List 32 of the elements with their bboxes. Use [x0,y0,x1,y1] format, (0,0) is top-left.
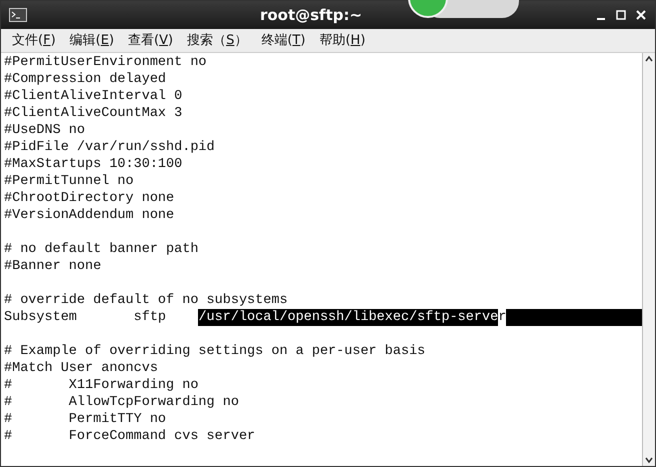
terminal-line: #PermitTunnel no [4,173,134,190]
terminal-line: # AllowTcpForwarding no [4,394,239,411]
close-icon[interactable] [635,9,647,21]
terminal-line: # override default of no subsystems [4,292,288,309]
terminal-line: #Match User anoncvs [4,360,158,377]
terminal-icon [9,8,27,22]
terminal-line: #MaxStartups 10:30:100 [4,156,182,173]
terminal-line: #VersionAddendum none [4,207,174,224]
terminal-line: # no default banner path [4,241,198,258]
menu-item[interactable]: 搜索（S） [180,30,254,50]
menu-item[interactable]: 帮助(H) [312,30,372,50]
menu-item[interactable]: 编辑(E) [62,30,122,50]
terminal-line: # Example of overriding settings on a per-user basis [4,343,426,360]
terminal-line: #ChrootDirectory none [4,190,174,207]
terminal-line: #ClientAliveCountMax 3 [4,105,182,122]
terminal-line: #PermitUserEnvironment no [4,54,207,71]
terminal-line: #Banner none [4,258,102,275]
menu-item[interactable]: 查看(V) [121,30,180,50]
terminal-line: Subsystem sftp [4,309,168,326]
terminal-line: #PidFile /var/run/sshd.pid [4,139,215,156]
selected-text: /usr/local/openssh/libexec/sftp-serve [198,309,498,326]
terminal-line: # ForceCommand cvs server [4,428,256,445]
text-cursor: r [498,309,506,326]
terminal-line: # X11Forwarding no [4,377,198,394]
terminal-line: #Compression delayed [4,71,166,88]
terminal-line: #UseDNS no [4,122,86,139]
terminal-line: #ClientAliveInterval 0 [4,88,182,105]
terminal-line: # PermitTTY no [4,411,166,428]
maximize-icon[interactable] [615,9,627,21]
window-title: root@sftp:~ [260,6,362,24]
menu-item[interactable]: 文件(F) [5,30,63,50]
menu-item[interactable]: 终端(T) [254,30,312,50]
